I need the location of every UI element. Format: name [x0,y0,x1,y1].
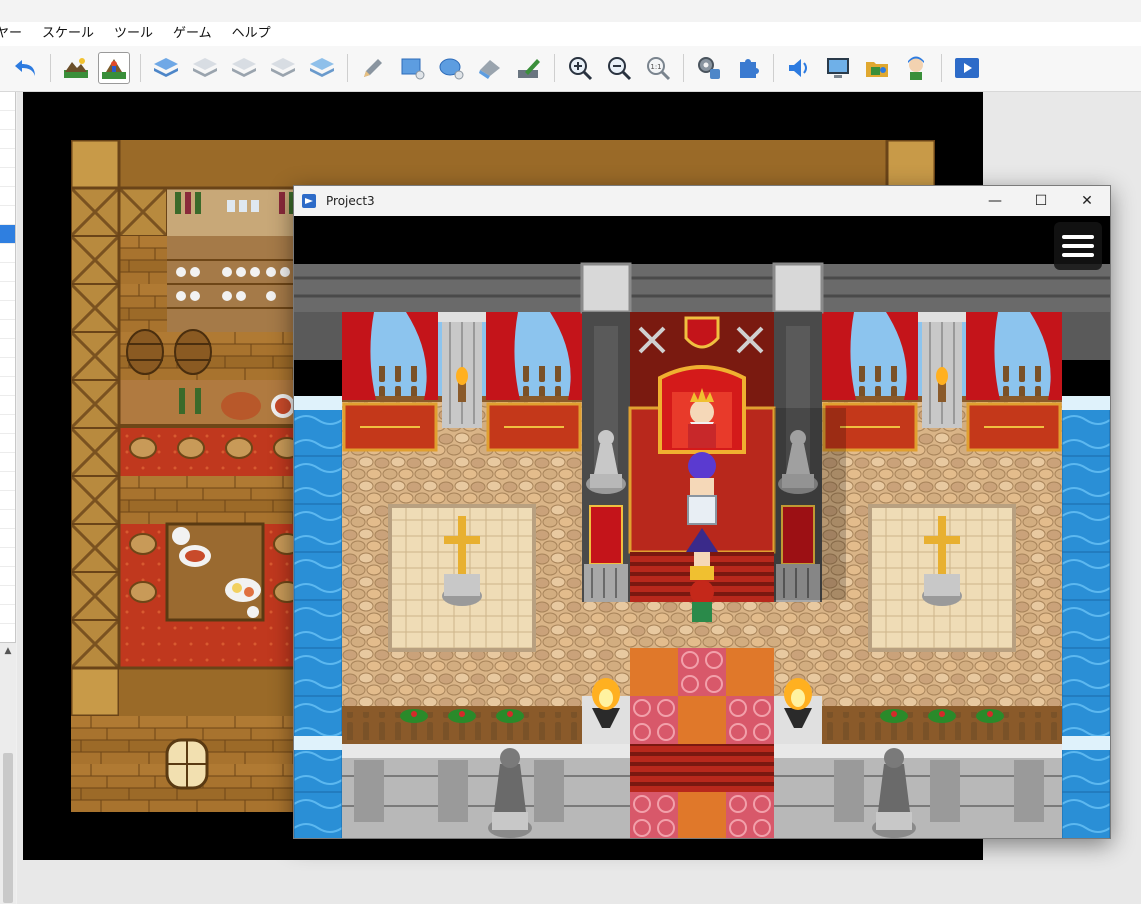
map-list-item[interactable] [0,567,15,586]
game-window[interactable]: Project3 — ☐ ✕ [293,185,1111,839]
zoom-out-icon[interactable] [603,52,635,84]
resource-manager-icon[interactable] [861,52,893,84]
throne-room-scene [294,216,1110,838]
scroll-up-icon[interactable]: ▲ [0,643,16,659]
maximize-button[interactable]: ☐ [1018,186,1064,216]
menu-game[interactable]: ゲーム [163,22,222,46]
map-list-item[interactable] [0,206,15,225]
map-list-item[interactable] [0,377,15,396]
game-window-title: Project3 [326,194,375,208]
map-list-item[interactable] [0,301,15,320]
toolbar: 1:1 [0,46,1141,92]
editor-titlebar [0,0,1141,22]
event-mode-icon[interactable] [98,52,130,84]
event-searcher-icon[interactable] [822,52,854,84]
map-list-item[interactable] [0,187,15,206]
map-list-item[interactable] [0,92,15,111]
playtest-icon[interactable] [951,52,983,84]
map-list-item[interactable] [0,263,15,282]
map-list-item[interactable] [0,149,15,168]
layer-4-icon[interactable] [267,52,299,84]
map-list-item[interactable] [0,111,15,130]
map-list-item[interactable] [0,415,15,434]
map-list-item[interactable] [0,320,15,339]
game-menu-button[interactable] [1054,222,1102,270]
map-list-item[interactable] [0,453,15,472]
zoom-actual-icon[interactable]: 1:1 [642,52,674,84]
map-list-item-selected[interactable] [0,225,15,244]
zoom-in-icon[interactable] [564,52,596,84]
minimize-button[interactable]: — [972,186,1018,216]
svg-text:1:1: 1:1 [650,63,661,71]
hamburger-icon-bar [1062,244,1094,248]
layer-1-icon[interactable] [150,52,182,84]
sound-test-icon[interactable] [783,52,815,84]
undo-icon[interactable] [10,52,42,84]
scroll-thumb[interactable] [3,753,13,903]
layer-auto-icon[interactable] [306,52,338,84]
pencil-icon[interactable] [357,52,389,84]
map-list-item[interactable] [0,605,15,624]
app-icon [302,194,316,208]
fill-icon[interactable] [474,52,506,84]
shadow-pen-icon[interactable] [513,52,545,84]
layer-2-icon[interactable] [189,52,221,84]
ellipse-icon[interactable] [435,52,467,84]
map-list-item[interactable] [0,282,15,301]
menu-help[interactable]: ヘルプ [222,22,281,46]
character-generator-icon[interactable] [900,52,932,84]
map-list-item[interactable] [0,244,15,263]
map-mode-icon[interactable] [60,52,92,84]
menu-scale[interactable]: スケール [32,22,104,46]
layer-3-icon[interactable] [228,52,260,84]
map-list-item[interactable] [0,168,15,187]
map-list-item[interactable] [0,358,15,377]
map-list-item[interactable] [0,130,15,149]
map-list-item[interactable] [0,548,15,567]
menu-layer[interactable]: ヤー [0,22,32,46]
map-list-item[interactable] [0,586,15,605]
hamburger-icon-bar [1062,235,1094,239]
hamburger-icon-bar [1062,253,1094,257]
map-list-item[interactable] [0,396,15,415]
map-list-item[interactable] [0,434,15,453]
game-screen[interactable] [294,216,1110,838]
menubar: ヤー スケール ツール ゲーム ヘルプ [0,22,1141,46]
rectangle-icon[interactable] [396,52,428,84]
map-list-item[interactable] [0,339,15,358]
menu-tools[interactable]: ツール [104,22,163,46]
map-list-item[interactable] [0,510,15,529]
database-icon[interactable] [693,52,725,84]
map-list-item[interactable] [0,491,15,510]
map-list-item[interactable] [0,472,15,491]
close-button[interactable]: ✕ [1064,186,1110,216]
map-list-item[interactable] [0,529,15,548]
map-list-scrollbar[interactable]: ▲ [0,642,16,904]
plugin-manager-icon[interactable] [732,52,764,84]
